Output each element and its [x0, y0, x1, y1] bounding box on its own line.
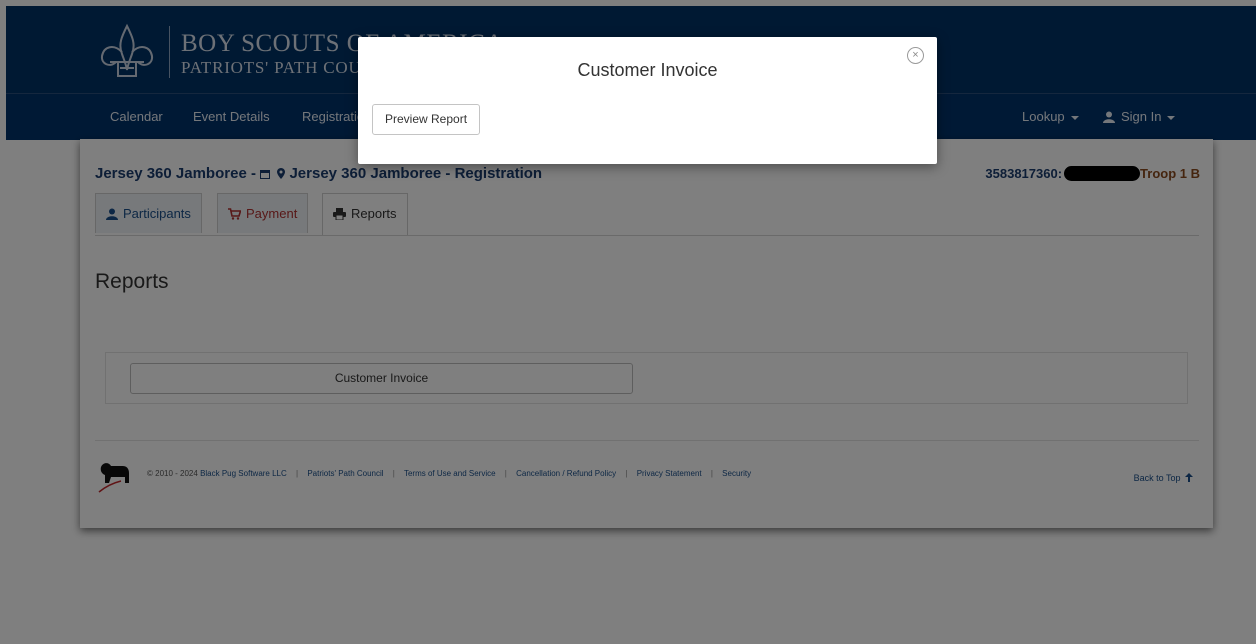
preview-report-button[interactable]: Preview Report: [372, 104, 481, 135]
customer-invoice-modal: Customer Invoice × Preview Report: [358, 37, 937, 164]
close-icon[interactable]: ×: [907, 47, 924, 64]
modal-title: Customer Invoice: [577, 60, 718, 80]
